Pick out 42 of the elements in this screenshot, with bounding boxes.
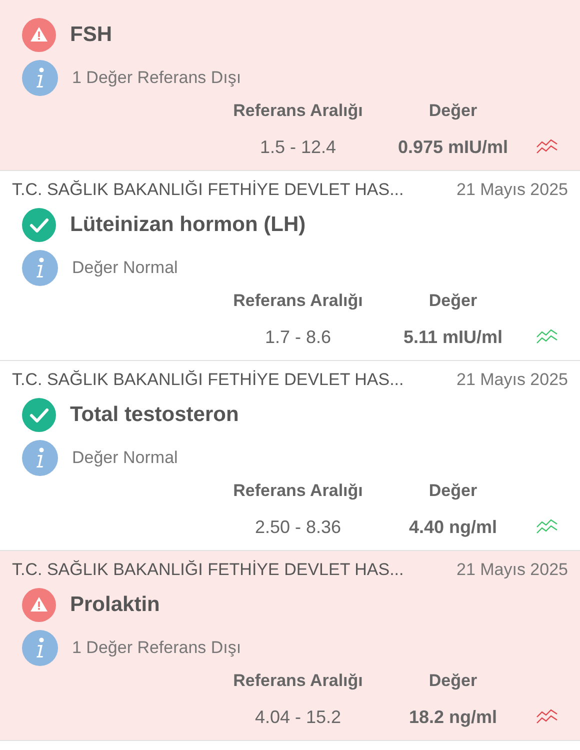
result-value: 18.2 ng/ml — [408, 706, 498, 729]
column-header: Referans Aralığı — [232, 670, 364, 692]
reference-range: 2.50 - 8.36 — [254, 516, 342, 538]
reference-range: 1.5 - 12.4 — [258, 136, 338, 158]
info-icon — [22, 250, 58, 286]
trend-icon[interactable] — [536, 708, 558, 726]
status-note: Değer Normal — [72, 447, 178, 470]
status-note: Değer Normal — [72, 257, 178, 280]
info-icon — [22, 630, 58, 666]
status-note: 1 Değer Referans Dışı — [72, 637, 242, 660]
column-header: Referans Aralığı — [232, 480, 364, 502]
result-value: 5.11 mIU/ml — [402, 326, 504, 348]
test-name: FSH — [70, 22, 112, 48]
hospital-name: T.C. SAĞLIK BAKANLIĞI FETHİYE DEVLET HAS... — [12, 368, 404, 390]
reference-range: 4.04 - 15.2 — [254, 706, 342, 728]
trend-icon[interactable] — [536, 328, 558, 346]
test-name: Prolaktin — [70, 592, 160, 618]
info-icon — [22, 440, 58, 476]
info-icon — [22, 60, 58, 96]
hospital-name: T.C. SAĞLIK BAKANLIĞI FETHİYE DEVLET HAS... — [12, 178, 404, 200]
result-card[interactable]: T.C. SAĞLIK BAKANLIĞI FETHİYE DEVLET HAS... 21 Mayıs 2025 Total testosteron Değer Normal Referans Aralığı Değer 2.50 - 8.36 4.40 ng/ml — [0, 360, 580, 550]
test-name: Total testosteron — [70, 402, 239, 428]
result-value: 0.975 mIU/ml — [396, 136, 510, 158]
column-header: Referans Aralığı — [232, 100, 364, 122]
result-value: 4.40 ng/ml — [408, 516, 498, 539]
column-header: Değer — [428, 290, 478, 312]
column-header: Değer — [428, 670, 478, 692]
status-note: 1 Değer Referans Dışı — [72, 67, 242, 90]
result-card[interactable]: T.C. SAĞLIK BAKANLIĞI FETHİYE DEVLET HAS... 21 Mayıs 2025 Lüteinizan hormon (LH) Değer Normal Referans Aralığı Değer 1.7 - 8.6 5.11 mIU/ml — [0, 170, 580, 360]
reference-range: 1.7 - 8.6 — [264, 326, 332, 348]
hospital-name: T.C. SAĞLIK BAKANLIĞI FETHİYE DEVLET HAS... — [12, 558, 404, 580]
result-date: 21 Mayıs 2025 — [456, 558, 568, 580]
result-card[interactable]: T.C. SAĞLIK BAKANLIĞI FETHİYE DEVLET HAS... 21 Mayıs 2025 Prolaktin 1 Değer Referans Dışı Referans Aralığı Değer 4.04 - 15.2 18.2 ng/ml — [0, 550, 580, 740]
result-card[interactable]: FSH 1 Değer Referans Dışı Referans Aralığı Değer 1.5 - 12.4 0.975 mIU/ml — [0, 0, 580, 170]
trend-icon[interactable] — [536, 138, 558, 156]
result-date: 21 Mayıs 2025 — [456, 368, 568, 390]
column-header: Referans Aralığı — [232, 290, 364, 312]
trend-icon[interactable] — [536, 518, 558, 536]
test-name: Lüteinizan hormon (LH) — [70, 212, 306, 238]
column-header: Değer — [428, 480, 478, 502]
column-header: Değer — [428, 100, 478, 122]
result-date: 21 Mayıs 2025 — [456, 178, 568, 200]
